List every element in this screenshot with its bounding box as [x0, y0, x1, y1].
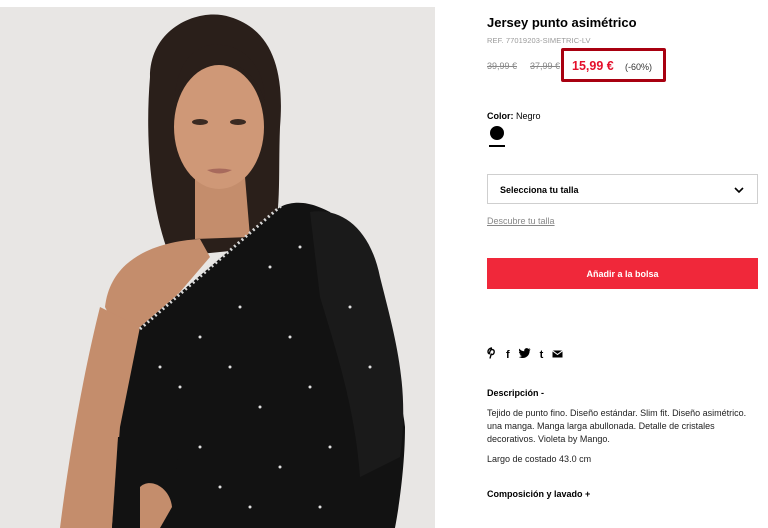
social-share-bar: f t [487, 347, 564, 363]
description-text: Tejido de punto fino. Diseño estándar. S… [487, 408, 747, 444]
email-icon[interactable] [552, 348, 564, 362]
product-title: Jersey punto asimétrico [487, 15, 637, 30]
size-select-dropdown[interactable]: Selecciona tu talla [487, 174, 758, 204]
discount-percent: (-60%) [625, 62, 653, 72]
size-guide-link[interactable]: Descubre tu talla [487, 216, 555, 226]
selected-swatch-indicator [489, 145, 505, 147]
product-reference: REF. 77019203-SIMETRIC-LV [487, 36, 591, 45]
color-swatch-negro[interactable] [490, 126, 504, 140]
color-selection-label: Color: Negro [487, 111, 541, 121]
composition-toggle[interactable]: Composición y lavado + [487, 489, 590, 499]
product-image[interactable] [0, 7, 435, 528]
size-select-label: Selecciona tu talla [500, 185, 579, 195]
description-measurement: Largo de costado 43.0 cm [487, 454, 592, 464]
twitter-icon[interactable] [518, 348, 531, 362]
tumblr-icon[interactable]: t [540, 348, 544, 362]
description-toggle[interactable]: Descripción - [487, 388, 544, 398]
original-price: 39,99 € [487, 61, 518, 71]
add-to-bag-button[interactable]: Añadir a la bolsa [487, 258, 758, 289]
facebook-icon[interactable]: f [506, 348, 510, 362]
previous-price: 37,99 € [530, 61, 561, 71]
chevron-down-icon [734, 187, 744, 194]
sale-price: 15,99 € [572, 59, 614, 73]
color-label: Color: [487, 111, 514, 121]
color-value: Negro [516, 111, 541, 121]
pinterest-icon[interactable] [487, 347, 497, 363]
